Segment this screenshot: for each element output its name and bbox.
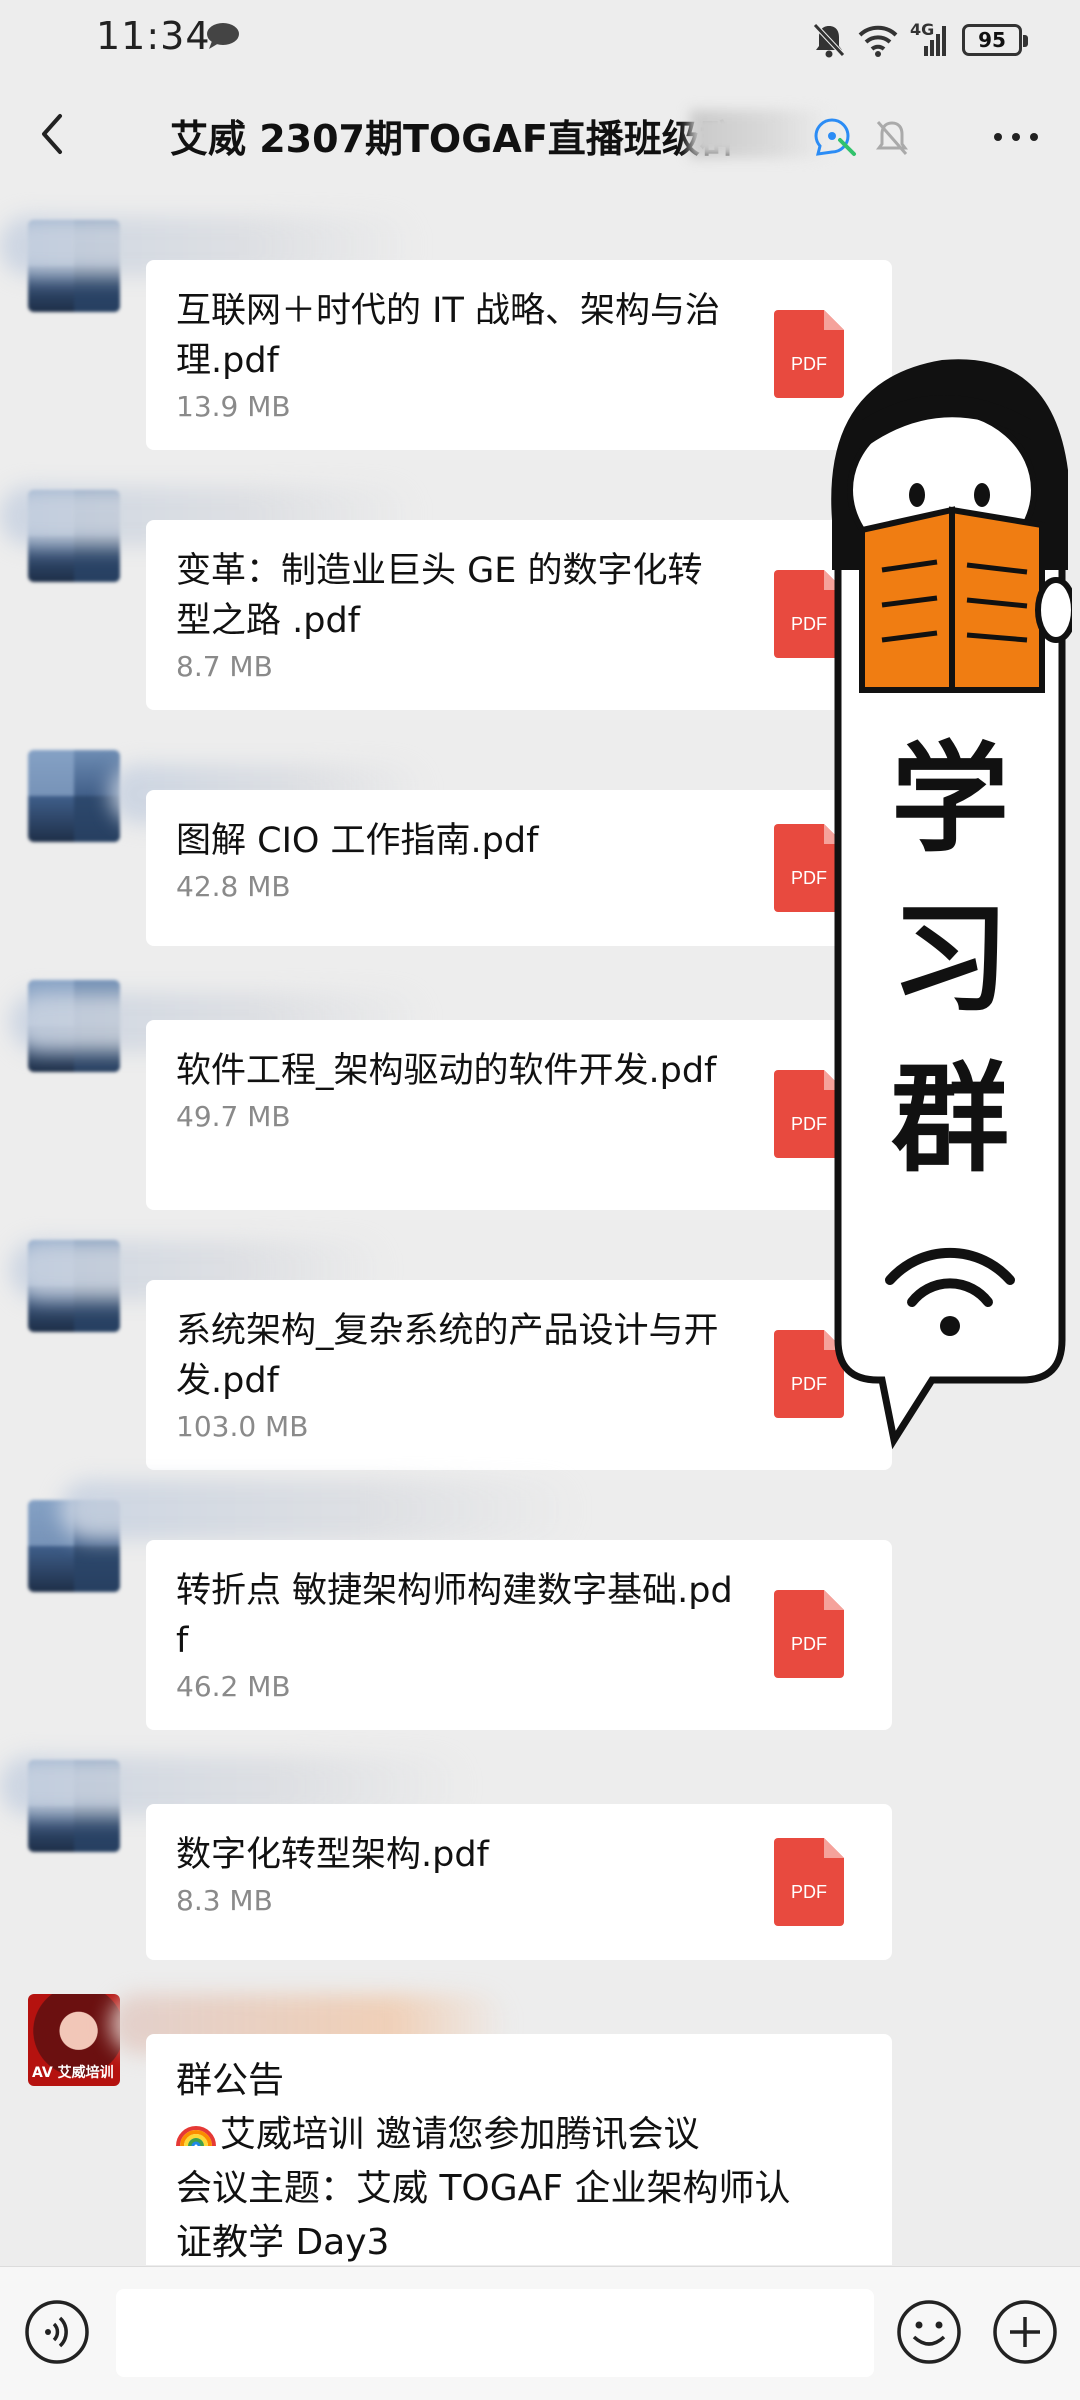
pdf-label: PDF [791,1634,827,1654]
notice-line-3: 证教学 Day3 [176,2222,390,2263]
file-size: 8.3 MB [176,1884,273,1917]
avatar[interactable] [28,750,120,842]
notice-title: 群公告 [176,2060,285,2101]
file-size: 46.2 MB [176,1670,291,1703]
message-input[interactable] [116,2289,874,2377]
file-message[interactable]: 系统架构_复杂系统的产品设计与开发.pdf 103.0 MB PDF [146,1280,892,1470]
file-message[interactable]: 图解 CIO 工作指南.pdf 42.8 MB PDF [146,790,892,946]
file-size: 49.7 MB [176,1100,291,1133]
voice-room-icon[interactable] [810,114,858,158]
more-dots-icon[interactable] [986,122,1046,152]
file-message[interactable]: 互联网＋时代的 IT 战略、架构与治理.pdf 13.9 MB PDF [146,260,892,450]
mute-bell-icon [876,121,908,155]
file-message[interactable]: 变革：制造业巨头 GE 的数字化转型之路 .pdf 8.7 MB PDF [146,520,892,710]
file-message[interactable]: 数字化转型架构.pdf 8.3 MB PDF [146,1804,892,1960]
emoji-icon[interactable] [896,2299,962,2365]
avatar[interactable]: AV 艾威培训 [28,1994,120,2086]
bell-muted-icon [813,23,845,58]
file-name: 互联网＋时代的 IT 战略、架构与治理.pdf [176,291,720,381]
pdf-icon: PDF [774,1838,844,1926]
study-group-sticker: 学 习 群 [831,359,1072,1450]
file-name: 软件工程_架构驱动的软件开发.pdf [176,1051,717,1091]
back-arrow-icon[interactable] [24,104,84,164]
chat-title[interactable]: 艾威 2307期TOGAF直播班级群 [170,108,730,163]
file-size: 8.7 MB [176,650,273,683]
status-time: 11:34 [96,14,211,58]
avatar-tag: AV 艾威培训 [32,2065,114,2081]
battery-icon: 95 [962,24,1028,56]
file-message[interactable]: 转折点 敏捷架构师构建数字基础.pdf 46.2 MB PDF [146,1540,892,1730]
sticker-char-2: 习 [891,890,1009,1028]
file-name: 变革：制造业巨头 GE 的数字化转型之路 .pdf [176,551,703,641]
chat-header: 艾威 2307期TOGAF直播班级群 [0,80,1080,190]
chat-bubble-icon [207,23,239,49]
file-size: 42.8 MB [176,870,291,903]
voice-input-icon[interactable] [24,2299,90,2365]
file-name: 数字化转型架构.pdf [176,1835,489,1875]
file-name: 图解 CIO 工作指南.pdf [176,821,539,861]
file-size: 103.0 MB [176,1410,309,1443]
notice-line-2: 会议主题：艾威 TOGAF 企业架构师认 [176,2168,791,2209]
wifi-icon [858,25,898,57]
file-name: 转折点 敏捷架构师构建数字基础.pdf [176,1571,733,1661]
notice-invite-line: 艾威培训 邀请您参加腾讯会议 [176,2108,862,2162]
file-size: 13.9 MB [176,390,291,423]
plus-icon[interactable] [992,2299,1058,2365]
sender-name-redaction [60,1480,580,1540]
sticker-char-3: 群 [891,1050,1009,1188]
signal-icon: 4G [910,20,950,58]
sticker-char-1: 学 [891,730,1009,868]
rainbow-icon [176,2126,216,2147]
chat-screen: 11:34 4G 95 艾威 2307期TOGAF直播班级群 互联网＋时代的 I… [0,0,1080,2400]
notice-line-1: 艾威培训 邀请您参加腾讯会议 [220,2114,700,2155]
pdf-label: PDF [791,1882,827,1902]
message-input-bar [0,2266,1080,2400]
file-message[interactable]: 软件工程_架构驱动的软件开发.pdf 49.7 MB PDF [146,1020,892,1210]
file-name: 系统架构_复杂系统的产品设计与开发.pdf [176,1311,719,1401]
status-indicators: 4G 95 [812,20,1028,60]
pdf-icon: PDF [774,1590,844,1678]
group-notice-message[interactable]: 群公告 艾威培训 邀请您参加腾讯会议 会议主题：艾威 TOGAF 企业架构师认 … [146,2034,892,2265]
title-redaction [690,110,830,158]
status-bar: 11:34 4G 95 [0,0,1080,80]
